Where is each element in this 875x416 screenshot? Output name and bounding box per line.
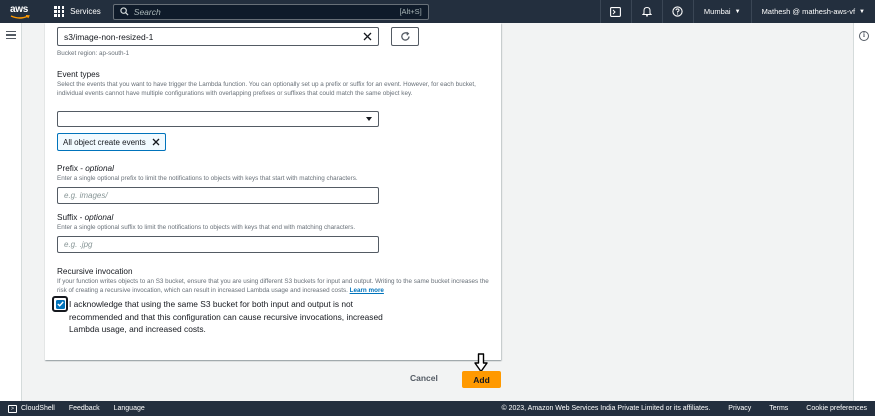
recursive-invocation-description: If your function writes objects to an S3… <box>57 278 489 294</box>
account-menu[interactable]: Mathesh @ mathesh-aws-vf ▼ <box>750 0 875 23</box>
search-shortcut-hint: [Alt+S] <box>399 7 422 16</box>
prefix-label: Prefix - optional <box>57 164 114 173</box>
left-side-rail <box>0 23 22 401</box>
prefix-description: Enter a single optional prefix to limit … <box>57 175 358 182</box>
event-types-description: Select the events that you want to have … <box>57 81 476 97</box>
event-types-label: Event types <box>57 70 100 79</box>
help-icon <box>672 6 684 17</box>
console-footer: > CloudShell Feedback Language © 2023, A… <box>0 401 875 416</box>
copyright-text: © 2023, Amazon Web Services India Privat… <box>501 405 711 412</box>
refresh-icon <box>400 31 410 41</box>
refresh-button[interactable] <box>391 27 419 46</box>
info-icon[interactable]: i <box>859 31 869 41</box>
trigger-configuration-panel: s3/image-non-resized-1 Bucket region: ap… <box>45 23 501 360</box>
bell-icon <box>641 6 652 17</box>
services-grid-icon[interactable] <box>54 6 65 17</box>
chevron-down-icon: ▼ <box>859 8 865 15</box>
aws-logo-text: aws <box>10 3 29 15</box>
cloudshell-nav-button[interactable] <box>599 0 631 23</box>
right-side-rail: i <box>853 23 875 401</box>
terms-link[interactable]: Terms <box>769 405 788 412</box>
services-menu[interactable]: Services <box>70 7 101 16</box>
acknowledge-checkbox[interactable] <box>52 296 68 312</box>
chevron-down-icon: ▼ <box>734 8 741 15</box>
event-token-label: All object create events <box>63 137 146 147</box>
language-selector[interactable]: Language <box>114 405 145 412</box>
chevron-down-icon <box>366 117 372 121</box>
aws-logo[interactable]: aws <box>8 3 34 21</box>
region-label: Mumbai <box>703 7 731 16</box>
event-types-select[interactable] <box>57 111 379 127</box>
prefix-input[interactable]: e.g. images/ <box>57 187 379 204</box>
remove-token-icon[interactable] <box>152 138 160 146</box>
event-token: All object create events <box>57 133 166 151</box>
acknowledge-text: I acknowledge that using the same S3 buc… <box>69 299 383 335</box>
bucket-value: s3/image-non-resized-1 <box>64 31 154 42</box>
cookie-preferences-link[interactable]: Cookie preferences <box>806 405 867 412</box>
aws-smile-icon <box>10 14 30 19</box>
clear-icon[interactable] <box>363 32 372 41</box>
search-icon <box>120 7 129 16</box>
suffix-label: Suffix - optional <box>57 213 114 222</box>
search-placeholder: Search <box>133 6 161 17</box>
help-button[interactable] <box>661 0 693 23</box>
cloudshell-footer-button[interactable]: > CloudShell <box>8 404 55 413</box>
search-input[interactable]: Search [Alt+S] <box>112 3 429 20</box>
bucket-region-note: Bucket region: ap-south-1 <box>57 50 130 57</box>
account-label: Mathesh @ mathesh-aws-vf <box>761 7 856 16</box>
terminal-icon: > <box>8 404 17 413</box>
suffix-input[interactable]: e.g. .jpg <box>57 236 379 253</box>
terminal-icon <box>610 6 622 17</box>
cancel-button[interactable]: Cancel <box>410 373 438 383</box>
menu-hamburger-icon[interactable] <box>6 31 16 41</box>
down-arrow-annotation-icon <box>474 353 488 373</box>
check-icon <box>56 301 64 307</box>
add-button[interactable]: Add <box>462 371 501 388</box>
learn-more-link[interactable]: Learn more <box>350 287 384 294</box>
recursive-invocation-label: Recursive invocation <box>57 267 133 276</box>
suffix-description: Enter a single optional suffix to limit … <box>57 224 356 231</box>
checkbox-checked <box>55 299 65 309</box>
bucket-input[interactable]: s3/image-non-resized-1 <box>57 27 379 46</box>
region-selector[interactable]: Mumbai ▼ <box>692 0 751 23</box>
notifications-button[interactable] <box>630 0 662 23</box>
privacy-link[interactable]: Privacy <box>728 405 751 412</box>
top-navigation-bar: aws Services Search [Alt+S] Mumbai ▼ Mat… <box>0 0 875 23</box>
feedback-link[interactable]: Feedback <box>69 405 100 412</box>
